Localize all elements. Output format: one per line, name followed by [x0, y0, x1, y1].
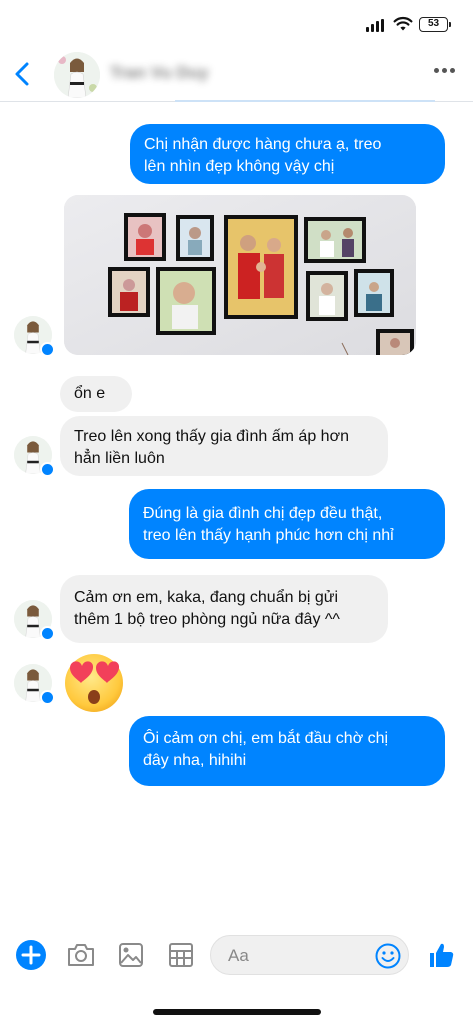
message-bubble-received[interactable]: Cảm ơn em, kaka, đang chuẩn bị gửi thêm …: [60, 575, 388, 643]
emoji-icon[interactable]: [374, 942, 402, 970]
more-options-icon[interactable]: [434, 68, 458, 76]
message-bubble-received[interactable]: Treo lên xong thấy gia đình ấm áp hơn hẳ…: [60, 416, 388, 476]
conversation-header: Tran Vu Duy: [0, 46, 473, 102]
message-bubble-sent[interactable]: Đúng là gia đình chị đẹp đều thật, treo …: [129, 489, 445, 559]
contact-avatar-small[interactable]: [14, 600, 55, 641]
cellular-signal-icon: [366, 19, 384, 32]
contact-name[interactable]: Tran Vu Duy: [110, 63, 209, 83]
message-composer: Aa: [0, 928, 473, 988]
contact-avatar[interactable]: [54, 52, 100, 98]
header-divider: [175, 100, 435, 102]
framed-family-photos-image: [64, 195, 416, 355]
messenger-badge-icon: [40, 690, 55, 705]
messenger-badge-icon: [40, 626, 55, 641]
contact-avatar-small[interactable]: [14, 664, 55, 705]
message-bubble-sent[interactable]: Ôi cảm ơn chị, em bắt đầu chờ chị đây nh…: [129, 716, 445, 786]
sticker-grid-icon[interactable]: [164, 938, 198, 972]
message-input-placeholder: Aa: [228, 946, 249, 965]
shared-photo[interactable]: [64, 195, 416, 355]
contact-avatar-small[interactable]: [14, 316, 55, 357]
home-indicator: [153, 1009, 321, 1015]
contact-avatar-small[interactable]: [14, 436, 55, 477]
gallery-icon[interactable]: [114, 938, 148, 972]
messenger-badge-icon: [40, 342, 55, 357]
thumbs-up-icon[interactable]: [424, 938, 458, 972]
message-bubble-sent[interactable]: Chị nhận được hàng chưa ạ, treo lên nhìn…: [130, 124, 445, 184]
status-bar: 53: [0, 0, 473, 46]
messenger-badge-icon: [40, 462, 55, 477]
wifi-icon: [393, 16, 413, 31]
plus-icon[interactable]: [14, 938, 48, 972]
message-input[interactable]: Aa: [210, 935, 409, 975]
camera-icon[interactable]: [64, 938, 98, 972]
battery-indicator: 53: [419, 17, 451, 32]
back-chevron-icon[interactable]: [8, 58, 38, 90]
message-bubble-received[interactable]: ổn e: [60, 376, 132, 412]
heart-eyes-emoji-icon[interactable]: [60, 650, 128, 714]
